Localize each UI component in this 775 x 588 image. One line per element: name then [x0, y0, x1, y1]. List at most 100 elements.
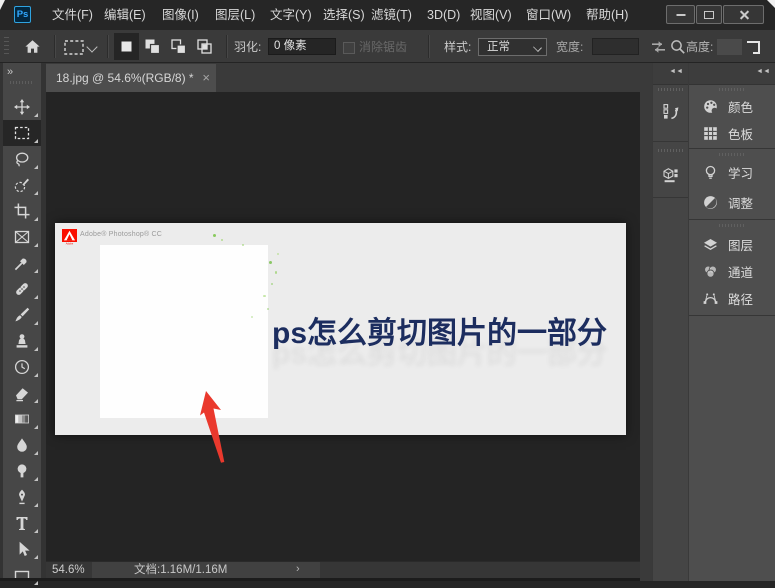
- history-brush-tool[interactable]: [3, 354, 41, 380]
- subtract-from-selection-button[interactable]: [166, 33, 191, 60]
- crop-tool[interactable]: [3, 198, 41, 224]
- toolbar-expand-icon[interactable]: »: [7, 66, 13, 78]
- panel-separator: [689, 315, 775, 316]
- panel-tab-paths[interactable]: 路径: [689, 285, 775, 312]
- move-tool[interactable]: [3, 94, 41, 120]
- dodge-tool[interactable]: [3, 458, 41, 484]
- green-speckle: [275, 271, 277, 274]
- gradient-icon: [15, 414, 29, 424]
- status-bar: 54.6% 文档:1.16M/1.16M ›: [46, 561, 640, 578]
- document-tab[interactable]: 18.jpg @ 54.6%(RGB/8) * ×: [46, 64, 216, 92]
- canvas-pasteboard[interactable]: Adobe Adobe® Photoshop® CC ps怎么剪切图片的一部分: [46, 92, 640, 561]
- spot-healing-brush-tool[interactable]: [3, 276, 41, 302]
- panel-tab-swatches[interactable]: 色板: [689, 120, 775, 147]
- options-bar-grip[interactable]: [4, 37, 9, 56]
- width-input[interactable]: [592, 38, 639, 55]
- swap-dimensions-icon[interactable]: [649, 38, 668, 56]
- type-tool[interactable]: [3, 510, 41, 536]
- options-separator: [54, 35, 56, 58]
- panel-group-grip[interactable]: [719, 224, 745, 227]
- close-button[interactable]: [723, 5, 764, 24]
- menu-filter[interactable]: 滤镜(T): [371, 0, 412, 30]
- collapse-icons-chevrons[interactable]: ◄◄: [669, 68, 683, 75]
- menu-select[interactable]: 选择(S): [323, 0, 365, 30]
- home-icon[interactable]: [24, 38, 41, 55]
- 3d-panel-button[interactable]: [653, 157, 688, 191]
- subtract-from-selection-icon: [171, 39, 187, 55]
- style-select[interactable]: 正常: [478, 38, 547, 56]
- photoshop-app-icon[interactable]: Ps: [14, 6, 31, 23]
- zoom-level-field[interactable]: 54.6%: [52, 562, 85, 578]
- document-tab-title: 18.jpg @ 54.6%(RGB/8) *: [56, 71, 194, 85]
- maximize-button[interactable]: [696, 5, 722, 24]
- panel-separator: [689, 148, 775, 149]
- eraser-tool[interactable]: [3, 380, 41, 406]
- document-canvas[interactable]: Adobe Adobe® Photoshop® CC ps怎么剪切图片的一部分: [55, 223, 626, 435]
- add-to-selection-button[interactable]: [140, 33, 165, 60]
- eyedropper-tool[interactable]: [3, 250, 41, 276]
- quick-selection-tool[interactable]: [3, 172, 41, 198]
- tool-preset-marquee-icon[interactable]: [64, 40, 84, 55]
- panel-tab-adjustments[interactable]: 调整: [689, 189, 775, 216]
- frame-tool[interactable]: [3, 224, 41, 250]
- panel-group-grip[interactable]: [719, 153, 745, 156]
- green-speckle: [251, 316, 253, 318]
- magnifier-icon: [670, 39, 686, 55]
- rectangular-marquee-tool[interactable]: [3, 120, 41, 146]
- pen-tool[interactable]: [3, 484, 41, 510]
- swatches-grid-icon: [704, 127, 717, 140]
- selection-white-rectangle[interactable]: [100, 245, 268, 418]
- blur-tool[interactable]: [3, 432, 41, 458]
- panel-tab-channels[interactable]: 通道: [689, 258, 775, 285]
- gradient-tool[interactable]: [3, 406, 41, 432]
- dock-resize-gutter[interactable]: [640, 63, 652, 581]
- menu-type[interactable]: 文字(Y): [270, 0, 312, 30]
- feather-input[interactable]: 0 像素: [268, 38, 336, 55]
- menu-file[interactable]: 文件(F): [52, 0, 93, 30]
- frame-icon: [14, 230, 30, 244]
- menu-image[interactable]: 图像(I): [162, 0, 199, 30]
- paths-icon: [703, 293, 718, 304]
- adobe-logo: Adobe: [62, 229, 77, 245]
- menu-view[interactable]: 视图(V): [470, 0, 512, 30]
- select-and-mask-partial-icon[interactable]: [746, 40, 764, 55]
- intersect-selection-icon: [197, 39, 212, 54]
- eraser-icon: [16, 388, 28, 402]
- panel-tab-learn[interactable]: 学习: [689, 159, 775, 186]
- panel-tab-layers[interactable]: 图层: [689, 231, 775, 258]
- menu-window[interactable]: 窗口(W): [526, 0, 571, 30]
- menu-edit[interactable]: 编辑(E): [104, 0, 146, 30]
- new-selection-button[interactable]: [114, 33, 139, 60]
- path-selection-tool[interactable]: [3, 536, 41, 562]
- antialias-checkbox[interactable]: [343, 42, 355, 54]
- panel-group-grip[interactable]: [657, 149, 684, 152]
- panel-group-grip[interactable]: [719, 88, 745, 91]
- menu-3d[interactable]: 3D(D): [427, 0, 460, 30]
- adjustments-circle-icon: [704, 196, 717, 209]
- red-arrow-annotation: [200, 391, 225, 463]
- panel-tab-label: 学习: [728, 167, 754, 181]
- collapse-panels-chevrons[interactable]: ◄◄: [756, 68, 770, 75]
- panel-tab-label: 调整: [728, 197, 754, 211]
- lasso-tool[interactable]: [3, 146, 41, 172]
- learn-bulb-icon: [705, 165, 716, 179]
- lasso-icon: [15, 152, 29, 167]
- clone-stamp-tool[interactable]: [3, 328, 41, 354]
- height-label: 高度:: [686, 40, 714, 54]
- minimize-button[interactable]: [666, 5, 695, 24]
- tab-close-icon[interactable]: ×: [202, 64, 210, 92]
- height-input[interactable]: [717, 39, 742, 55]
- history-panel-button[interactable]: [653, 94, 688, 128]
- brush-tool[interactable]: [3, 302, 41, 328]
- status-expander-icon[interactable]: ›: [296, 562, 300, 577]
- intersect-selection-button[interactable]: [192, 33, 217, 60]
- rectangle-shape-tool[interactable]: [3, 562, 41, 588]
- menu-help[interactable]: 帮助(H): [586, 0, 628, 30]
- antialias-label: 消除锯齿: [359, 40, 408, 54]
- toolbar-grip[interactable]: [10, 81, 34, 84]
- menu-layer[interactable]: 图层(L): [215, 0, 255, 30]
- tool-preset-chevron-icon[interactable]: [86, 41, 98, 53]
- eyedropper-icon: [14, 258, 27, 271]
- panel-tab-color[interactable]: 颜色: [689, 93, 775, 120]
- panel-group-grip[interactable]: [657, 88, 684, 91]
